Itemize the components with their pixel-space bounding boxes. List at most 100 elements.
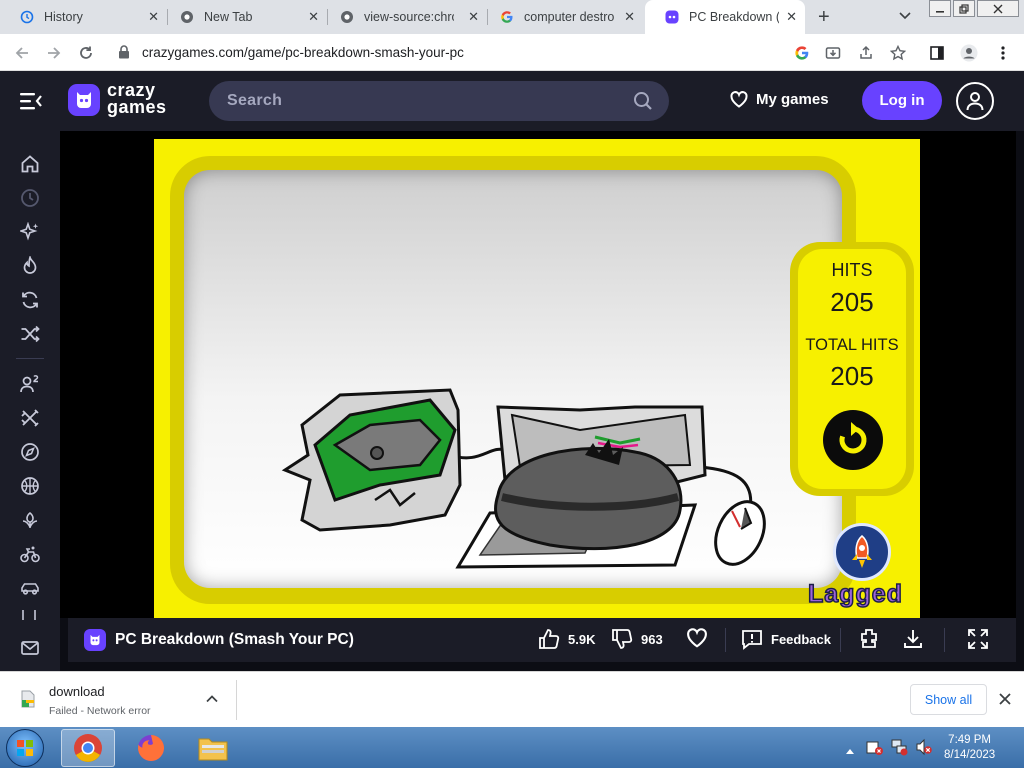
tray-volume-muted-icon[interactable] <box>915 738 933 761</box>
new-sparkle-icon[interactable] <box>20 222 40 242</box>
search-icon[interactable] <box>633 91 653 116</box>
search-input[interactable]: Search <box>209 81 669 121</box>
share-icon[interactable] <box>857 44 875 62</box>
tab-search-icon[interactable] <box>898 8 912 27</box>
tray-network-icon[interactable] <box>890 738 908 761</box>
taskbar-firefox[interactable] <box>124 729 178 767</box>
adventure-compass-icon[interactable] <box>20 442 40 462</box>
tab-pc-breakdown[interactable]: PC Breakdown (Sm ✕ <box>645 0 805 34</box>
new-tab-button[interactable]: + <box>818 6 830 29</box>
total-hits-label: TOTAL HITS <box>805 336 899 354</box>
thumbs-up-icon <box>539 629 560 649</box>
lagged-logo-text[interactable]: Lagged <box>807 579 903 609</box>
fullscreen-icon <box>968 629 988 649</box>
lagged-rocket-badge[interactable] <box>833 523 891 581</box>
home-icon[interactable] <box>20 154 40 174</box>
tray-expand-icon[interactable] <box>845 742 855 760</box>
start-button[interactable] <box>6 729 44 767</box>
browser-tab-strip: History ✕ New Tab ✕ view-source:chrom ✕ … <box>0 0 1024 34</box>
crazygames-wordmark[interactable]: crazy games <box>107 81 167 116</box>
download-file-name[interactable]: download <box>49 684 105 699</box>
show-all-button[interactable]: Show all <box>910 684 987 715</box>
two-player-icon[interactable] <box>20 374 40 394</box>
tab-new-tab[interactable]: New Tab ✕ <box>160 0 327 34</box>
google-lens-icon[interactable] <box>793 44 811 62</box>
clock-time: 7:49 PM <box>948 734 991 746</box>
updated-icon[interactable] <box>20 290 40 310</box>
download-button[interactable] <box>902 628 924 650</box>
lock-icon[interactable] <box>118 45 130 64</box>
dislike-button[interactable]: 963 <box>611 628 663 650</box>
reset-button[interactable] <box>823 410 883 470</box>
close-icon[interactable]: ✕ <box>308 10 319 24</box>
bar-divider <box>840 628 841 652</box>
back-button[interactable] <box>12 43 32 63</box>
chrome-icon <box>74 734 102 762</box>
address-bar[interactable]: crazygames.com/game/pc-breakdown-smash-y… <box>106 38 824 67</box>
rocket-icon <box>852 535 872 568</box>
tab-history[interactable]: History ✕ <box>0 0 167 34</box>
recent-icon[interactable] <box>20 188 40 208</box>
taskbar-file-explorer[interactable] <box>186 729 240 767</box>
smashed-pc-illustration[interactable] <box>280 385 780 575</box>
sidebar-divider <box>16 358 44 359</box>
heart-icon <box>687 628 707 648</box>
reload-button[interactable] <box>76 43 96 63</box>
embed-icon <box>861 629 877 648</box>
tab-view-source[interactable]: view-source:chrom ✕ <box>320 0 487 34</box>
mail-icon[interactable] <box>20 638 40 658</box>
car-icon[interactable] <box>20 578 40 598</box>
system-clock[interactable]: 7:49 PM 8/14/2023 <box>944 733 995 763</box>
basketball-icon[interactable] <box>20 476 40 496</box>
favorite-button[interactable] <box>686 628 708 648</box>
feedback-button[interactable]: Feedback <box>741 628 831 650</box>
login-button[interactable]: Log in <box>862 81 942 120</box>
close-icon[interactable]: ✕ <box>786 10 797 24</box>
card-games-icon[interactable] <box>20 610 40 620</box>
trending-flame-icon[interactable] <box>20 256 40 276</box>
close-icon[interactable]: ✕ <box>624 10 635 24</box>
tray-action-center-icon[interactable] <box>866 738 884 761</box>
crazygames-logo-icon[interactable] <box>68 84 100 116</box>
tab-google-search[interactable]: computer destroy ✕ <box>480 0 643 34</box>
taskbar-chrome[interactable] <box>61 729 115 767</box>
restart-icon <box>839 422 867 454</box>
tab-title: History <box>44 10 83 24</box>
tab-title: PC Breakdown (Sm <box>689 10 779 24</box>
bike-icon[interactable] <box>20 544 40 564</box>
chrome-menu-icon[interactable] <box>994 44 1012 62</box>
random-shuffle-icon[interactable] <box>20 324 40 344</box>
browser-toolbar: crazygames.com/game/pc-breakdown-smash-y… <box>0 34 1024 71</box>
casual-flower-icon[interactable] <box>20 510 40 530</box>
close-icon[interactable]: ✕ <box>468 10 479 24</box>
menu-collapse-icon[interactable] <box>20 91 42 116</box>
heart-icon <box>730 91 748 108</box>
windows-taskbar: 7:49 PM 8/14/2023 <box>0 727 1024 768</box>
my-games-link[interactable]: My games <box>730 91 829 108</box>
close-icon[interactable] <box>998 692 1012 711</box>
feedback-label: Feedback <box>771 631 831 647</box>
embed-button[interactable] <box>858 628 880 650</box>
dislikes-count: 963 <box>641 631 663 647</box>
like-button[interactable]: 5.9K <box>538 628 595 650</box>
thumbs-down-icon <box>612 629 633 649</box>
user-avatar-button[interactable] <box>956 82 994 120</box>
chevron-up-icon[interactable] <box>205 692 219 711</box>
total-hits-value: 205 <box>830 361 874 391</box>
close-icon[interactable]: ✕ <box>148 10 159 24</box>
bar-divider <box>725 628 726 652</box>
game-title: PC Breakdown (Smash Your PC) <box>115 631 354 648</box>
side-panel-icon[interactable] <box>928 44 946 62</box>
file-failed-icon <box>20 690 36 713</box>
profile-icon[interactable] <box>960 44 978 62</box>
fullscreen-button[interactable] <box>967 628 989 650</box>
install-app-icon[interactable] <box>824 44 842 62</box>
action-icon[interactable] <box>20 408 40 428</box>
forward-button[interactable] <box>44 43 64 63</box>
window-close-button[interactable] <box>977 0 1019 17</box>
minimize-button[interactable] <box>929 0 951 17</box>
user-icon <box>966 92 984 111</box>
bookmark-star-icon[interactable] <box>889 44 907 62</box>
feedback-icon <box>742 630 762 650</box>
restore-button[interactable] <box>953 0 975 17</box>
